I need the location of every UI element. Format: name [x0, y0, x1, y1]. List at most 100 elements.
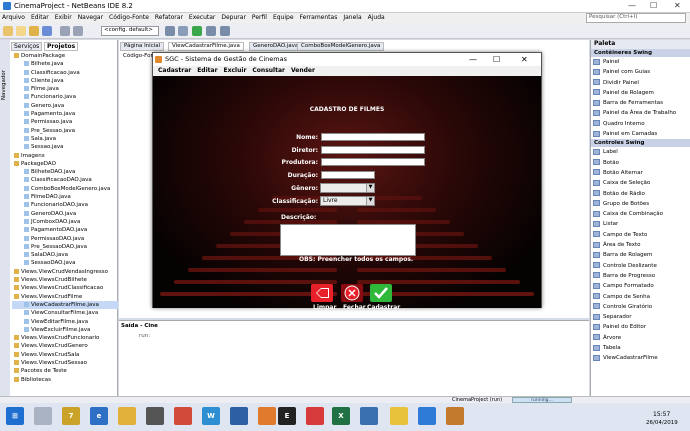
dialog-menu-item[interactable]: Vender	[291, 67, 315, 74]
edge-icon[interactable]: e	[90, 407, 108, 425]
palette-item[interactable]: Controle Deslizante	[591, 261, 690, 271]
tree-item[interactable]: Views.ViewCrudVendasIngresso	[12, 268, 118, 276]
palette-item[interactable]: Painel da Área de Trabalho	[591, 108, 690, 118]
tree-item[interactable]: Views.ViewsCrudFuncionario	[12, 334, 118, 342]
palette-item[interactable]: Campo Formatado	[591, 281, 690, 291]
tree-item[interactable]: DomainPackage	[12, 52, 118, 60]
palette-item[interactable]: Painel com Guias	[591, 67, 690, 77]
tree-item[interactable]: Views.ViewsCrudClassificacao	[12, 284, 118, 292]
build-icon[interactable]	[165, 26, 175, 36]
epic-icon[interactable]: E	[278, 407, 296, 425]
palette-item[interactable]: Painel do Editor	[591, 322, 690, 332]
profile-icon[interactable]	[220, 26, 230, 36]
app-red-icon[interactable]	[306, 407, 324, 425]
maximize-button[interactable]: ☐	[650, 1, 657, 10]
palette-item[interactable]: Tabela	[591, 343, 690, 353]
palette-item[interactable]: Caixa de Seleção	[591, 178, 690, 188]
menu-12[interactable]: Ajuda	[368, 14, 385, 21]
palette-item[interactable]: Separador	[591, 312, 690, 322]
fechar-button[interactable]	[341, 284, 363, 302]
tree-item[interactable]: Pre_Sessao.java	[12, 127, 118, 135]
tree-item[interactable]: Funcionario.java	[12, 93, 118, 101]
palette-item[interactable]: Barra de Progresso	[591, 271, 690, 281]
menu-5[interactable]: Refatorar	[155, 14, 183, 21]
select-classificacao[interactable]: Livre ▼	[320, 196, 375, 206]
cadastrar-button[interactable]	[370, 284, 392, 302]
tree-item[interactable]: PagamentoDAO.java	[12, 226, 118, 234]
palette-item[interactable]: ViewCadastrarFilme	[591, 353, 690, 363]
menu-2[interactable]: Exibir	[55, 14, 72, 21]
excel-icon[interactable]: X	[332, 407, 350, 425]
dialog-minimize-button[interactable]: —	[469, 53, 477, 66]
tab-generodao[interactable]: GeneroDAO.java	[249, 42, 303, 51]
tab-start-page[interactable]: Página Inicial	[120, 42, 165, 51]
tree-item[interactable]: ViewExcluirFilme.java	[12, 326, 118, 334]
new-file-icon[interactable]	[16, 26, 26, 36]
store-icon[interactable]	[146, 407, 164, 425]
redo-icon[interactable]	[73, 26, 83, 36]
palette-item[interactable]: Grupo de Botões	[591, 199, 690, 209]
tree-item[interactable]: JComboxDAO.java	[12, 218, 118, 226]
limpar-button[interactable]	[311, 284, 333, 302]
palette-item[interactable]: Caixa de Combinação	[591, 209, 690, 219]
word-icon[interactable]: W	[202, 407, 220, 425]
mail-icon[interactable]	[230, 407, 248, 425]
tree-item[interactable]: Pre_SessaoDAO.java	[12, 243, 118, 251]
tree-item[interactable]: ComboBoxModelGenero.java	[12, 185, 118, 193]
java-icon[interactable]	[446, 407, 464, 425]
search-input[interactable]: Pesquisar (Ctrl+I)	[586, 13, 686, 23]
tree-item[interactable]: Filme.java	[12, 85, 118, 93]
palette-item[interactable]: Listar	[591, 219, 690, 229]
tree-item[interactable]: GeneroDAO.java	[12, 210, 118, 218]
dialog-maximize-button[interactable]: ☐	[493, 53, 500, 66]
config-select[interactable]: <config. default>	[101, 26, 159, 36]
tree-item[interactable]: Views.ViewsCrudSala	[12, 351, 118, 359]
run-icon[interactable]	[192, 26, 202, 36]
office-icon[interactable]	[174, 407, 192, 425]
palette-item[interactable]: Campo de Texto	[591, 230, 690, 240]
tree-item[interactable]: Sala.java	[12, 135, 118, 143]
palette-item[interactable]: Barra de Ferramentas	[591, 98, 690, 108]
menu-8[interactable]: Perfil	[252, 14, 267, 21]
dialog-menu-item[interactable]: Excluir	[224, 67, 247, 74]
tree-item[interactable]: BilheteDAO.java	[12, 168, 118, 176]
tree-item[interactable]: Bibliotecas	[12, 376, 118, 384]
dialog-menu-item[interactable]: Consultar	[252, 67, 285, 74]
menu-0[interactable]: Arquivo	[2, 14, 25, 21]
chrome-icon[interactable]	[390, 407, 408, 425]
palette-item[interactable]: Botão Alternar	[591, 168, 690, 178]
tree-item[interactable]: Genero.java	[12, 102, 118, 110]
tree-item[interactable]: ViewCadastrarFilme.java	[12, 300, 118, 310]
input-nome[interactable]	[321, 133, 425, 141]
palette-item[interactable]: Painel	[591, 57, 690, 67]
tab-comboboxmodelgenero[interactable]: ComboBoxModelGenero.java	[297, 42, 385, 51]
menu-6[interactable]: Executar	[189, 14, 215, 21]
new-project-icon[interactable]	[3, 26, 13, 36]
tab-projects[interactable]: Projetos	[44, 42, 79, 51]
tree-item[interactable]: Permissao.java	[12, 118, 118, 126]
tree-item[interactable]: FilmeDAO.java	[12, 193, 118, 201]
palette-item[interactable]: Controle Giratório	[591, 302, 690, 312]
task-view-icon[interactable]	[34, 407, 52, 425]
firefox-icon[interactable]	[258, 407, 276, 425]
palette-item[interactable]: Painel em Camadas	[591, 129, 690, 139]
tree-item[interactable]: ClassificacaoDAO.java	[12, 176, 118, 184]
tree-item[interactable]: PermissaoDAO.java	[12, 235, 118, 243]
navigator-tab[interactable]: Navegador	[1, 70, 7, 100]
close-button[interactable]: ✕	[674, 1, 681, 10]
tree-item[interactable]: SalaDAO.java	[12, 251, 118, 259]
palette-item[interactable]: Dividir Painel	[591, 78, 690, 88]
minimize-button[interactable]: —	[628, 1, 636, 10]
tree-item[interactable]: ViewEditarFilme.java	[12, 318, 118, 326]
palette-item[interactable]: Botão de Rádio	[591, 189, 690, 199]
palette-item[interactable]: Painel de Rolagem	[591, 88, 690, 98]
input-duracao[interactable]	[321, 171, 375, 179]
open-project-icon[interactable]	[29, 26, 39, 36]
tree-item[interactable]: Classificacao.java	[12, 69, 118, 77]
save-all-icon[interactable]	[42, 26, 52, 36]
tree-item[interactable]: SessaoDAO.java	[12, 259, 118, 267]
tree-item[interactable]: PackageDAO	[12, 160, 118, 168]
tree-item[interactable]: Cliente.java	[12, 77, 118, 85]
menu-10[interactable]: Ferramentas	[300, 14, 338, 21]
netbeans-task-icon[interactable]	[360, 407, 378, 425]
